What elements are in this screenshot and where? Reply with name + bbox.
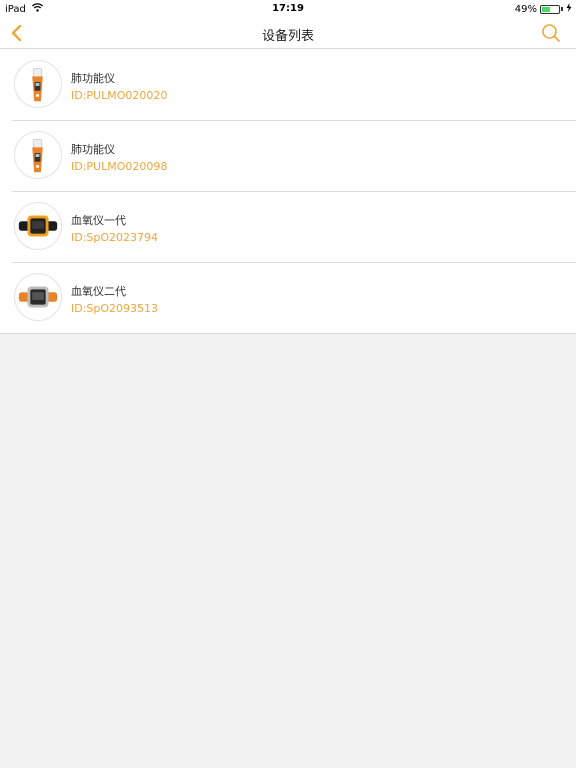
status-time: 17:19 [272,3,304,14]
battery-icon [540,4,560,14]
oximeter-watch-black-image [14,202,62,250]
battery-tip [561,7,563,11]
device-name: 肺功能仪 [71,143,115,156]
battery-percent: 49% [514,3,537,15]
device-name: 肺功能仪 [71,72,115,85]
status-bar: iPad 17:19 49% [0,0,576,18]
device-id: ID:PULMO020098 [71,160,168,173]
device-id: ID:SpO2023794 [71,231,159,244]
device-row[interactable]: 血氧仪二代 ID:SpO2093513 [0,262,576,333]
device-id: ID:SpO2093513 [71,302,159,315]
device-list: 肺功能仪 ID:PULMO020020 肺功能仪 ID:PULMO020098 … [0,49,576,334]
oximeter-watch-orange-image [14,273,62,321]
device-id: ID:PULMO020020 [71,89,168,102]
navigation-bar: 设备列表 [0,18,576,49]
spirometer-image [14,60,62,108]
battery-fill [542,6,550,12]
device-name: 血氧仪一代 [71,214,126,227]
device-row[interactable]: 肺功能仪 ID:PULMO020020 [0,49,576,120]
charging-icon [566,3,572,15]
status-right: 49% [515,3,572,15]
spirometer-image [14,131,62,179]
search-icon[interactable] [540,22,562,44]
page-title: 设备列表 [261,29,314,44]
device-row[interactable]: 血氧仪一代 ID:SpO2023794 [0,191,576,262]
device-name: 血氧仪二代 [71,285,126,298]
device-row[interactable]: 肺功能仪 ID:PULMO020098 [0,120,576,191]
